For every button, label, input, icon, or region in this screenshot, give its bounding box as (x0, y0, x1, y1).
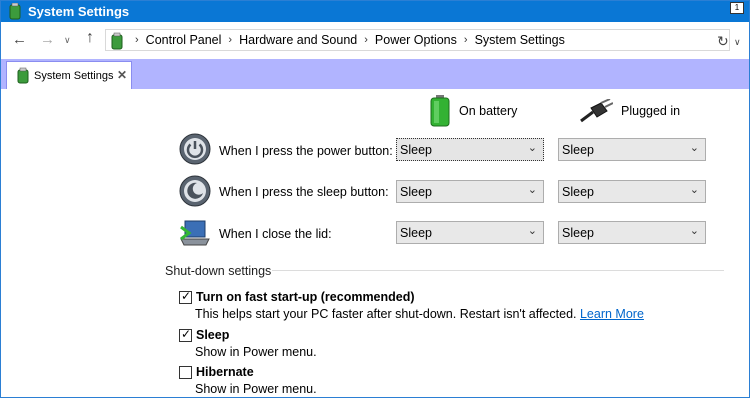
tab-label: System Settings (34, 70, 114, 82)
on-battery-label: On battery (459, 104, 518, 118)
close-lid-on-battery-select[interactable]: Sleep ⌄ (396, 221, 544, 244)
learn-more-link[interactable]: Learn More (580, 307, 644, 321)
fast-startup-description-text: This helps start your PC faster after sh… (195, 307, 577, 321)
power-button-plugged-in-select[interactable]: Sleep ⌄ (558, 138, 706, 161)
breadcrumb-separator-icon: › (364, 34, 368, 46)
select-value: Sleep (562, 226, 594, 240)
breadcrumb-control-panel[interactable]: Control Panel (146, 33, 222, 47)
main-content: On battery Plugged in When I press the p… (1, 89, 749, 398)
recent-locations-chevron-icon[interactable]: ∨ (64, 35, 71, 46)
column-header-plugged-in: Plugged in (579, 95, 680, 127)
breadcrumb-separator-icon: › (463, 34, 468, 46)
divider (272, 270, 724, 271)
select-value: Sleep (400, 185, 432, 199)
power-settings-icon (9, 3, 21, 20)
chevron-down-icon: ⌄ (527, 184, 537, 196)
hibernate-option-description: Show in Power menu. (195, 382, 317, 396)
sleep-button-on-battery-select[interactable]: Sleep ⌄ (396, 180, 544, 203)
address-dropdown-chevron-icon[interactable]: ∨ (734, 37, 741, 48)
close-tab-icon[interactable]: ✕ (117, 68, 127, 82)
chevron-down-icon: ⌄ (689, 142, 699, 154)
checkmark-icon: ✓ (181, 289, 192, 303)
control-panel-icon (111, 32, 123, 50)
power-button-icon (179, 133, 211, 165)
shutdown-settings-heading: Shut-down settings (165, 264, 272, 278)
column-header-on-battery: On battery (429, 95, 517, 127)
battery-icon (430, 95, 450, 127)
select-value: Sleep (400, 226, 432, 240)
back-arrow-icon[interactable]: ← (12, 31, 27, 48)
sleep-button-label: When I press the sleep button: (219, 185, 389, 199)
power-plug-icon (580, 99, 613, 123)
select-value: Sleep (400, 143, 432, 157)
hibernate-checkbox[interactable] (179, 366, 192, 379)
breadcrumb-separator-icon: › (228, 34, 233, 46)
up-arrow-icon[interactable]: ↑ (86, 29, 94, 47)
navigation-bar: ← → ∨ ↑ › Control Panel › Hardware and S… (1, 22, 749, 59)
laptop-lid-icon (180, 220, 210, 246)
chevron-down-icon: ⌄ (689, 225, 699, 237)
sleep-option-description: Show in Power menu. (195, 345, 317, 359)
title-bar: System Settings 1 (1, 1, 749, 22)
sleep-button-icon (179, 175, 211, 207)
hibernate-option-label[interactable]: Hibernate (196, 365, 254, 379)
breadcrumb-separator-icon: › (135, 34, 139, 46)
chevron-down-icon: ⌄ (527, 225, 537, 237)
help-icon[interactable]: 1 (730, 2, 744, 14)
tab-bar: System Settings ✕ (1, 59, 749, 89)
sleep-button-plugged-in-select[interactable]: Sleep ⌄ (558, 180, 706, 203)
breadcrumb-power-options[interactable]: Power Options (375, 33, 457, 47)
forward-arrow-icon[interactable]: → (40, 31, 55, 48)
power-button-label: When I press the power button: (219, 144, 393, 158)
chevron-down-icon: ⌄ (527, 142, 537, 154)
window-title: System Settings (28, 4, 130, 19)
power-settings-icon (17, 67, 29, 84)
sleep-checkbox[interactable]: ✓ (179, 327, 192, 342)
close-lid-plugged-in-select[interactable]: Sleep ⌄ (558, 221, 706, 244)
breadcrumb-system-settings[interactable]: System Settings (475, 33, 565, 47)
close-lid-label: When I close the lid: (219, 227, 332, 241)
select-value: Sleep (562, 185, 594, 199)
breadcrumb-hardware-and-sound[interactable]: Hardware and Sound (239, 33, 357, 47)
power-button-on-battery-select[interactable]: Sleep ⌄ (396, 138, 544, 161)
sleep-option-label[interactable]: Sleep (196, 328, 229, 342)
refresh-icon[interactable]: ↻ (717, 33, 729, 50)
checkmark-icon: ✓ (181, 327, 192, 341)
breadcrumb: › Control Panel › Hardware and Sound › P… (128, 33, 565, 47)
select-value: Sleep (562, 143, 594, 157)
chevron-down-icon: ⌄ (689, 184, 699, 196)
fast-startup-description: This helps start your PC faster after sh… (195, 307, 644, 321)
fast-startup-checkbox[interactable]: ✓ (179, 289, 192, 304)
tab-system-settings[interactable]: System Settings ✕ (6, 61, 132, 89)
address-box[interactable]: › Control Panel › Hardware and Sound › P… (105, 29, 730, 51)
plugged-in-label: Plugged in (621, 104, 681, 118)
fast-startup-label[interactable]: Turn on fast start-up (recommended) (196, 290, 415, 304)
